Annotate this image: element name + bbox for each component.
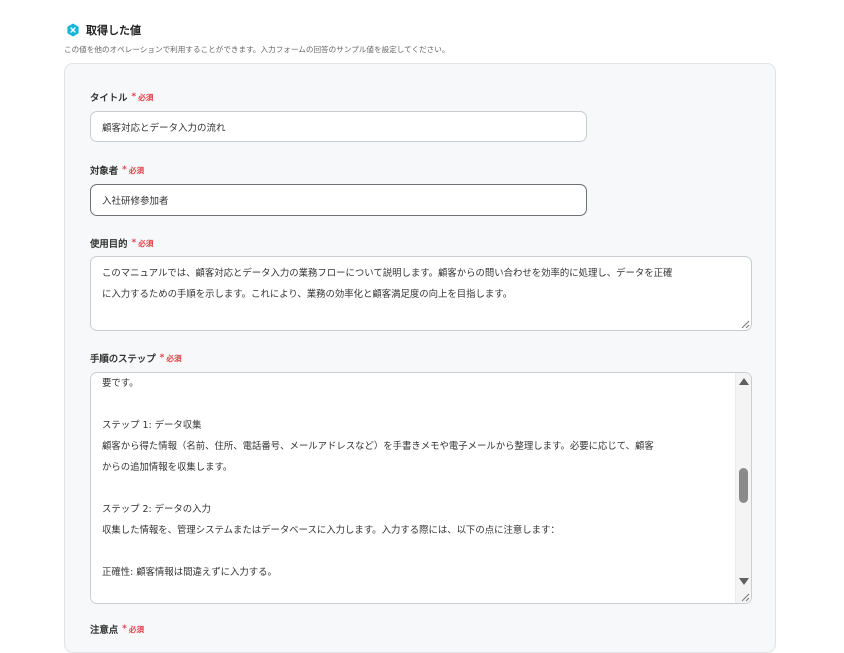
field-label-notes: 注意点 * 必須	[90, 622, 144, 636]
scrollbar-thumb[interactable]	[739, 468, 748, 503]
textarea-line: 要です。	[102, 378, 139, 389]
field-label-audience: 対象者 * 必須	[90, 163, 144, 177]
textarea-line	[102, 478, 729, 499]
section-title: 取得した値	[86, 24, 141, 37]
textarea-line: 正確性: 顧客情報は間違えずに入力する。	[102, 567, 277, 578]
required-text: 必須	[128, 624, 145, 634]
scroll-up-arrow-icon[interactable]	[739, 378, 749, 385]
hexagon-x-icon	[67, 23, 79, 37]
scroll-down-arrow-icon[interactable]	[739, 578, 749, 585]
field-label-text: 手順のステップ	[90, 354, 156, 365]
required-mark: *	[159, 353, 165, 363]
textarea-line: ステップ 2: データの入力	[102, 504, 211, 515]
field-label-text: 使用目的	[90, 239, 128, 250]
field-label-text: タイトル	[90, 93, 128, 104]
textarea-line	[102, 394, 729, 415]
required-mark: *	[131, 238, 137, 248]
audience-input[interactable]: 入社研修参加者	[90, 184, 587, 216]
textarea-line: ステップ 1: データ収集	[102, 420, 202, 431]
field-label-steps: 手順のステップ * 必須	[90, 351, 182, 365]
resize-handle-icon[interactable]	[739, 318, 750, 329]
required-mark: *	[131, 92, 137, 102]
textarea-line: に入力するための手順を示します。これにより、業務の効率化と顧客満足度の向上を目指…	[102, 289, 513, 300]
section-header: 取得した値	[66, 22, 141, 38]
textarea-line	[102, 541, 729, 562]
textarea-line: 顧客から得た情報（名前、住所、電話番号、メールアドレスなど）を手書きメモや電子メ…	[102, 441, 654, 452]
title-input[interactable]: 顧客対応とデータ入力の流れ	[90, 111, 587, 142]
required-mark: *	[122, 165, 127, 175]
field-label-title: タイトル * 必須	[90, 90, 153, 104]
section-description: この値を他のオペレーションで利用することができます。入力フォームの回答のサンプル…	[64, 45, 450, 54]
required-text: 必須	[166, 353, 182, 363]
audience-input-value: 入社研修参加者	[102, 196, 169, 207]
steps-textarea[interactable]: 要です。 ステップ 1: データ収集 顧客から得た情報（名前、住所、電話番号、メ…	[90, 372, 752, 604]
required-mark: *	[122, 624, 127, 634]
field-label-text: 注意点	[90, 625, 119, 636]
resize-handle-icon[interactable]	[739, 591, 750, 602]
textarea-line: からの追加情報を収集します。	[102, 462, 233, 473]
field-label-purpose: 使用目的 * 必須	[90, 236, 153, 250]
required-text: 必須	[128, 165, 145, 175]
purpose-textarea[interactable]: このマニュアルでは、顧客対応とデータ入力の業務フローについて説明します。顧客から…	[90, 256, 752, 331]
textarea-line: 収集した情報を、管理システムまたはデータベースに入力します。入力する際には、以下…	[102, 525, 560, 536]
form-panel: タイトル * 必須 顧客対応とデータ入力の流れ 対象者 * 必須 入社研修参加者…	[64, 63, 776, 653]
required-text: 必須	[138, 92, 154, 102]
required-text: 必須	[138, 238, 154, 248]
textarea-scrollbar[interactable]	[735, 373, 751, 603]
textarea-line: このマニュアルでは、顧客対応とデータ入力の業務フローについて説明します。顧客から…	[102, 268, 673, 279]
title-input-value: 顧客対応とデータ入力の流れ	[102, 122, 226, 134]
field-label-text: 対象者	[90, 166, 119, 177]
